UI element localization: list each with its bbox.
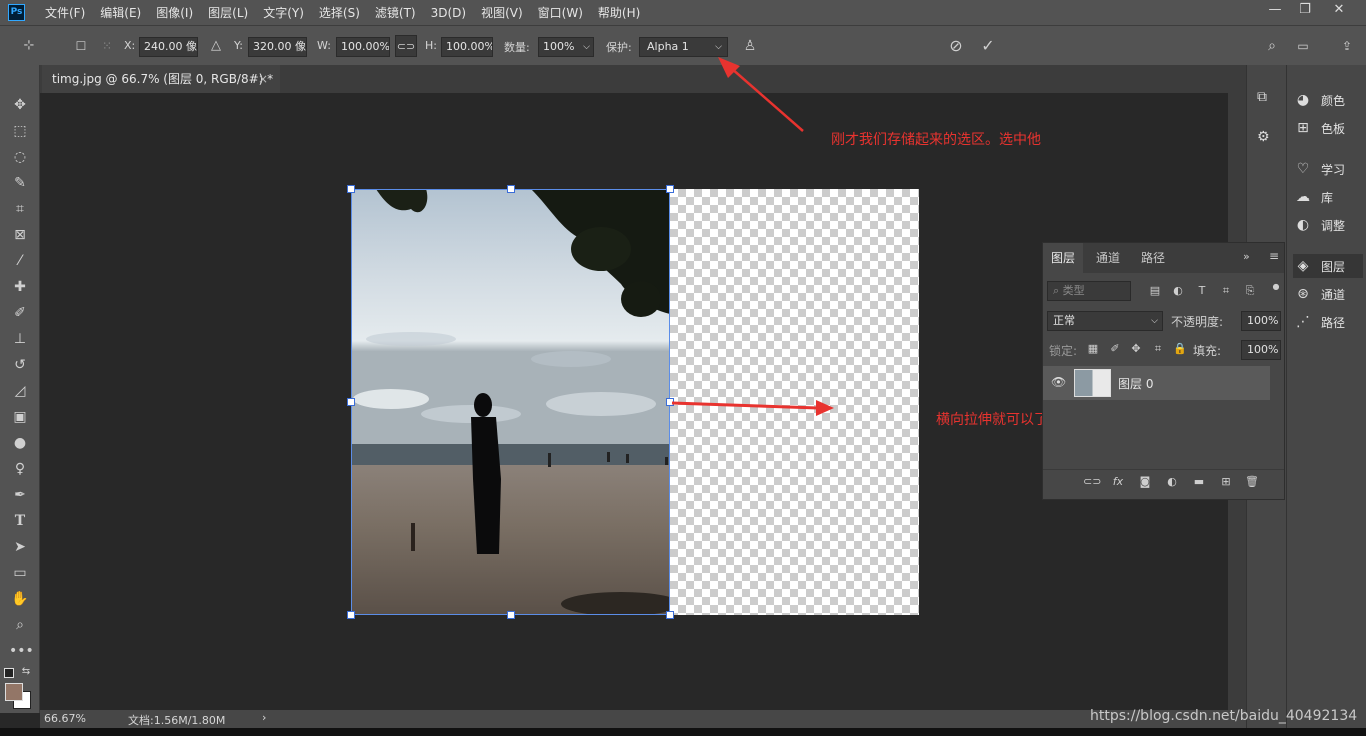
adjustment-layer-icon[interactable]: ◐ <box>1164 474 1180 490</box>
adjust-icon: ◐ <box>1296 217 1310 233</box>
dock-label: 颜色 <box>1321 93 1346 108</box>
dock-label: 图层 <box>1321 259 1346 274</box>
arrow-stretch-right <box>671 400 834 416</box>
lock-position-icon[interactable]: ✥ <box>1128 341 1144 357</box>
layers-icon: ◈ <box>1297 258 1309 274</box>
filter-toggle-icon[interactable]: ● <box>1268 279 1284 295</box>
type-filter-icon[interactable]: T <box>1194 283 1210 299</box>
layer-row[interactable]: 👁 图层 0 <box>1043 366 1270 400</box>
properties-panel-icon[interactable]: ⚙ <box>1257 129 1270 145</box>
lock-all-icon[interactable]: 🔒 <box>1172 341 1188 357</box>
layer-thumbnail <box>1074 369 1111 397</box>
lock-label: 锁定: <box>1049 344 1078 358</box>
watermark: https://blog.csdn.net/baidu_40492134 <box>1090 708 1358 724</box>
grid-icon: ⊞ <box>1297 120 1309 136</box>
fx-icon[interactable]: fx <box>1110 474 1126 490</box>
dock-label: 库 <box>1321 190 1334 205</box>
dock-item-channels[interactable]: ⊛ 通道 <box>1293 282 1363 306</box>
dock-item-swatches[interactable]: ⊞ 色板 <box>1293 116 1363 140</box>
status-bar: 66.67% 文档:1.56M/1.80M › <box>40 710 1246 728</box>
bulb-icon: ♡ <box>1296 161 1310 177</box>
cloud-icon: ☁ <box>1296 189 1310 205</box>
opacity-label: 不透明度: <box>1171 315 1224 329</box>
eye-icon[interactable]: 👁 <box>1051 375 1066 389</box>
trash-icon[interactable]: 🗑 <box>1244 474 1260 490</box>
blend-mode-select[interactable]: 正常 ⌵ <box>1047 311 1163 331</box>
arrow-to-protect-select <box>718 57 804 132</box>
dock-label: 路径 <box>1321 315 1346 330</box>
annotation-middle: 横向拉伸就可以了 <box>936 412 1048 428</box>
layer-filter-select[interactable]: ⌕ 类型 <box>1047 281 1131 301</box>
search-icon: ⌕ <box>1053 284 1060 297</box>
status-menu-arrow[interactable]: › <box>262 711 266 724</box>
fill-field[interactable]: 100% <box>1241 340 1281 360</box>
layer-filter-label: 类型 <box>1062 284 1085 297</box>
panel-menu-icon[interactable]: ≡ <box>1269 249 1279 263</box>
dock-item-paths[interactable]: ⋰ 路径 <box>1293 310 1363 334</box>
chevron-down-icon: ⌵ <box>1151 316 1158 326</box>
taskbar-strip <box>0 728 1366 736</box>
tab-layers[interactable]: 图层 <box>1043 243 1084 273</box>
add-mask-icon[interactable]: ◙ <box>1137 474 1153 490</box>
layers-panel-tabs: 图层 通道 路径 » ≡ <box>1043 243 1284 273</box>
dock-label: 色板 <box>1321 121 1346 136</box>
collapse-panel-icon[interactable]: » <box>1243 250 1250 263</box>
layers-panel-footer: ⊂⊃ fx ◙ ◐ ▬ ⊞ 🗑 <box>1043 469 1284 493</box>
channels-icon: ⊛ <box>1297 286 1309 302</box>
opacity-field[interactable]: 100% <box>1241 311 1281 331</box>
new-layer-icon[interactable]: ⊞ <box>1218 474 1234 490</box>
lock-image-icon[interactable]: ✐ <box>1107 341 1123 357</box>
dock-item-adjustments[interactable]: ◐ 调整 <box>1293 213 1363 237</box>
smart-object-filter-icon[interactable]: ⎘ <box>1242 283 1258 299</box>
layer-name[interactable]: 图层 0 <box>1118 375 1153 392</box>
palette-icon: ◕ <box>1296 92 1310 108</box>
dock-item-learn[interactable]: ♡ 学习 <box>1293 157 1363 181</box>
dock-label: 通道 <box>1321 287 1346 302</box>
annotation-top: 刚才我们存储起来的选区。选中他 <box>831 132 1041 148</box>
blend-mode-value: 正常 <box>1053 314 1075 327</box>
pixel-filter-icon[interactable]: ▤ <box>1147 283 1163 299</box>
lock-transparent-icon[interactable]: ▦ <box>1085 341 1101 357</box>
new-group-icon[interactable]: ▬ <box>1191 474 1207 490</box>
paths-icon: ⋰ <box>1296 314 1310 330</box>
dock-item-layers[interactable]: ◈ 图层 <box>1293 254 1363 278</box>
adjustment-filter-icon[interactable]: ◐ <box>1170 283 1186 299</box>
dock-label: 学习 <box>1321 162 1346 177</box>
link-layers-icon[interactable]: ⊂⊃ <box>1083 474 1101 490</box>
document-info: 文档:1.56M/1.80M <box>128 714 226 727</box>
tab-channels[interactable]: 通道 <box>1088 243 1128 273</box>
layers-panel: 图层 通道 路径 » ≡ ⌕ 类型 ▤ ◐ T ⌗ ⎘ ● 正常 ⌵ 不透明度: … <box>1042 242 1285 500</box>
history-panel-icon[interactable]: ⧉ <box>1257 89 1267 105</box>
shape-filter-icon[interactable]: ⌗ <box>1218 283 1234 299</box>
tab-paths[interactable]: 路径 <box>1133 243 1173 273</box>
dock-item-libraries[interactable]: ☁ 库 <box>1293 185 1363 209</box>
zoom-level[interactable]: 66.67% <box>44 712 86 725</box>
fill-label: 填充: <box>1193 344 1222 358</box>
panel-dock: ◕ 颜色 ⊞ 色板 ♡ 学习 ☁ 库 ◐ 调整 ◈ 图层 ⊛ 通道 ⋰ 路径 <box>1286 65 1366 728</box>
dock-item-color[interactable]: ◕ 颜色 <box>1293 88 1363 112</box>
dock-label: 调整 <box>1321 218 1346 233</box>
lock-artboard-icon[interactable]: ⌗ <box>1150 341 1166 357</box>
